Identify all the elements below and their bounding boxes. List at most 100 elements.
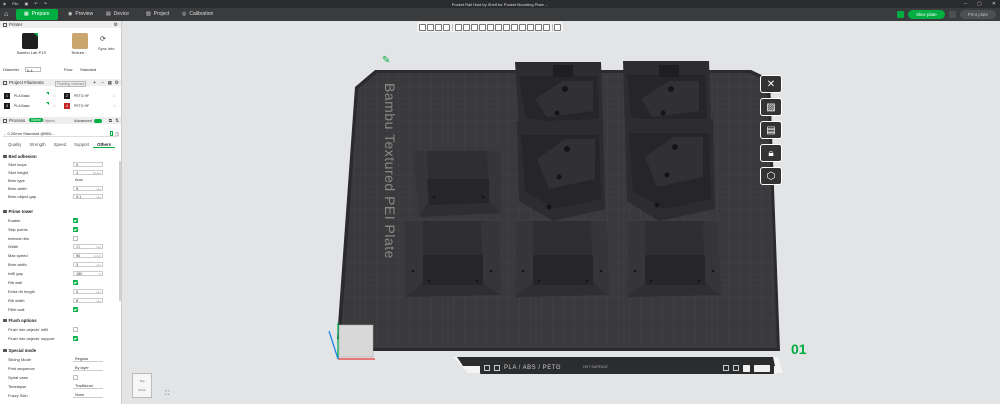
plate-number[interactable]: 01 bbox=[791, 341, 807, 357]
filament-2-swatch[interactable]: 2 bbox=[64, 93, 70, 99]
sync-icon[interactable]: ⟳ bbox=[100, 35, 106, 43]
filament-1-swatch[interactable]: 1 bbox=[4, 93, 10, 99]
copy-icon[interactable] bbox=[733, 365, 739, 371]
tab-others[interactable]: Others bbox=[93, 141, 115, 148]
rib-wall-checkbox[interactable] bbox=[73, 280, 78, 285]
part-saddle-bottom-right[interactable] bbox=[627, 221, 721, 297]
brim-type-select[interactable]: Auto bbox=[73, 178, 103, 184]
filament-3-name[interactable]: PLA Basic bbox=[14, 104, 30, 108]
arrange-plate-button[interactable]: ▨ bbox=[760, 98, 782, 116]
print-plate-button[interactable]: Print plate bbox=[959, 10, 996, 19]
brim-width-input[interactable]: 5 mm bbox=[73, 185, 103, 192]
save-profile-icon[interactable] bbox=[110, 130, 113, 136]
filament-1-settings-icon[interactable]: ◌ bbox=[53, 93, 56, 98]
plate-layout-icon[interactable] bbox=[494, 365, 500, 371]
tab-calibration[interactable]: ◎ Calibration bbox=[174, 9, 221, 20]
sync-info-button[interactable]: Sync info bbox=[98, 46, 114, 51]
flush-support-checkbox[interactable] bbox=[73, 336, 78, 341]
enable-checkbox[interactable] bbox=[73, 218, 78, 223]
flush-options-icon bbox=[3, 318, 7, 323]
remove-filament-icon[interactable]: − bbox=[101, 80, 104, 86]
brim-gap-input[interactable]: 0.1 mm bbox=[73, 193, 103, 200]
3d-viewport[interactable]: Bambu Textured PEI Plate ✎ ✕ ▨ ▤ 🔒︎ ⬡ 01… bbox=[123, 21, 1000, 404]
plate-image[interactable] bbox=[72, 33, 88, 49]
fit-view-icon[interactable]: ⛶ bbox=[165, 391, 169, 398]
profile-settings-icon[interactable]: ◫ bbox=[115, 131, 119, 136]
title-bar: ◈ File ▣ ↶ ↷ Pocket Rail Hold by Shelf f… bbox=[0, 0, 1000, 8]
close-icon[interactable]: ✕ bbox=[992, 1, 996, 7]
tab-prepare[interactable]: ▦ Prepare bbox=[16, 9, 58, 20]
timelapse-select[interactable]: Traditional bbox=[73, 384, 103, 390]
edit-pencil-icon[interactable]: ✎ bbox=[382, 55, 390, 66]
rib-width-input[interactable]: 8 mm bbox=[73, 297, 103, 304]
part-back-right-2[interactable] bbox=[625, 119, 715, 221]
extra-rib-length-input[interactable]: 0 mm bbox=[73, 288, 103, 295]
tab-quality[interactable]: Quality bbox=[4, 141, 25, 148]
part-saddle-bottom-left[interactable] bbox=[405, 221, 501, 297]
infill-gap-input[interactable]: 150% bbox=[73, 270, 103, 277]
slice-options-button[interactable] bbox=[896, 11, 904, 18]
diameter-select[interactable]: 0.4 bbox=[25, 66, 41, 73]
add-filament-icon[interactable]: + bbox=[93, 80, 96, 86]
objects-toggle[interactable]: Objects bbox=[43, 119, 55, 123]
filament-settings-icon[interactable]: ⚙ bbox=[115, 80, 119, 86]
process-profile-select[interactable]: ⌄ 0.20mm Standard @BBL... ◫ bbox=[3, 130, 119, 137]
part-saddle-bottom-middle[interactable] bbox=[515, 221, 609, 297]
flow-select[interactable]: Standard bbox=[79, 66, 103, 72]
width-input[interactable]: 35 mm bbox=[73, 243, 103, 250]
printer-settings-icon[interactable]: ⚙ bbox=[114, 22, 118, 28]
plate-options-icon[interactable] bbox=[743, 364, 750, 372]
part-saddle-top-left[interactable] bbox=[413, 151, 501, 217]
skip-points-checkbox[interactable] bbox=[73, 227, 78, 232]
filament-2-settings-icon[interactable]: ◌ bbox=[113, 93, 116, 98]
trash-icon[interactable] bbox=[723, 365, 729, 371]
delete-plate-button[interactable]: ✕ bbox=[760, 75, 782, 93]
tab-project[interactable]: ▧ Project bbox=[138, 9, 177, 20]
skirt-height-input[interactable]: 1 layers bbox=[73, 169, 103, 176]
home-icon[interactable]: ⌂ bbox=[4, 11, 8, 18]
global-toggle[interactable]: Global bbox=[29, 118, 43, 122]
filament-2-name[interactable]: PETG HF bbox=[74, 94, 89, 98]
tab-strength[interactable]: Strength bbox=[25, 141, 49, 148]
internal-ribs-checkbox[interactable] bbox=[73, 236, 78, 241]
plate-grid-icon[interactable] bbox=[484, 365, 490, 371]
minimize-icon[interactable]: – bbox=[964, 1, 967, 7]
filament-3-swatch[interactable]: 3 bbox=[4, 103, 10, 109]
filament-1-name[interactable]: PLA Basic bbox=[14, 94, 30, 98]
filament-4-settings-icon[interactable]: ◌ bbox=[113, 103, 116, 108]
printer-name[interactable]: Bambu Lab P1S bbox=[17, 50, 46, 55]
compare-icon[interactable]: ⧉ bbox=[109, 118, 112, 123]
flushing-volumes-button[interactable]: Flushing volumes bbox=[55, 80, 87, 87]
tab-device[interactable]: ▤ Device bbox=[98, 9, 137, 20]
flush-infill-checkbox[interactable] bbox=[73, 327, 78, 332]
tower-brim-width-input[interactable]: 3 mm bbox=[73, 261, 103, 268]
orient-plate-button[interactable]: ⬡ bbox=[760, 167, 782, 185]
plate-name[interactable]: Texture... bbox=[71, 50, 87, 55]
sort-icon[interactable]: ⇅ bbox=[115, 118, 119, 124]
spiral-vase-checkbox[interactable] bbox=[73, 375, 78, 380]
print-options-button[interactable] bbox=[948, 11, 956, 18]
filament-3-settings-icon[interactable]: ◌ bbox=[53, 103, 56, 108]
filament-4-name[interactable]: PETG HF bbox=[74, 104, 89, 108]
plate-settings-button[interactable]: ▤ bbox=[760, 121, 782, 139]
part-back-left-1[interactable] bbox=[515, 62, 603, 131]
slicing-mode-select[interactable]: Regular bbox=[73, 357, 103, 363]
tab-speed[interactable]: Speed bbox=[50, 141, 70, 148]
filament-4-swatch[interactable]: 4 bbox=[64, 103, 70, 109]
settings-scrollbar[interactable] bbox=[119, 161, 121, 301]
tab-support[interactable]: Support bbox=[70, 141, 93, 148]
max-speed-input[interactable]: 90 mm/s bbox=[73, 252, 103, 259]
tab-preview[interactable]: ◉ Preview bbox=[60, 9, 101, 20]
fuzzy-skin-select[interactable]: None bbox=[73, 393, 103, 399]
advanced-toggle[interactable] bbox=[94, 118, 102, 123]
filament-grid-icon[interactable]: ▦ bbox=[108, 80, 112, 86]
view-cube[interactable]: Top Front bbox=[132, 373, 152, 398]
print-sequence-select[interactable]: By layer bbox=[73, 366, 103, 372]
slice-plate-button[interactable]: Slice plate bbox=[907, 10, 945, 19]
build-plate-scene[interactable]: Bambu Textured PEI Plate ✎ bbox=[123, 21, 1000, 404]
skirt-loops-input[interactable]: 0 bbox=[73, 161, 103, 168]
fillet-wall-checkbox[interactable] bbox=[73, 307, 78, 312]
lock-plate-button[interactable]: 🔒︎ bbox=[760, 144, 782, 162]
maximize-icon[interactable]: ▢ bbox=[977, 1, 982, 7]
part-back-left-2[interactable] bbox=[517, 121, 605, 221]
